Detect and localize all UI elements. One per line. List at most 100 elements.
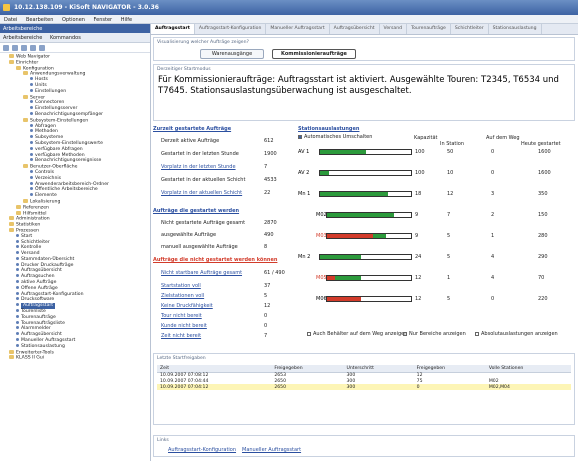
last-starts-table: Zeit Freigegeben Unterschritt Freigegeben Vo… — [157, 365, 571, 390]
auto-switch-checkbox[interactable] — [298, 134, 302, 139]
node-icon — [30, 175, 33, 179]
station-capacity: 12 — [415, 296, 422, 302]
station-load-fill — [342, 255, 361, 259]
auto-switch-option[interactable]: Automatisches Umschalten — [298, 134, 372, 140]
doc-tab[interactable]: Auftragsstart-Konfiguration — [195, 24, 267, 34]
not-startable-row-label[interactable]: Zielstationen voll — [161, 293, 204, 299]
doc-tab[interactable]: Auftragsstart — [151, 24, 195, 34]
station-capacity: 9 — [415, 212, 419, 218]
station-load-bar — [319, 191, 412, 197]
absolute-checkbox[interactable] — [475, 331, 479, 336]
station-load-fill — [327, 213, 395, 217]
tree-item-label: Stationsauslastung — [21, 343, 65, 349]
foot-option-areas[interactable]: Nur Bereiche anzeigen — [403, 331, 466, 337]
doc-tab[interactable]: Auftragsübersicht — [330, 24, 380, 34]
station-load-title: Stationsauslastungen — [298, 126, 360, 132]
tree-item-label: Einstellungsserver — [35, 106, 78, 112]
node-icon — [30, 169, 33, 173]
station-in-station: 10 — [447, 170, 454, 176]
areas-checkbox[interactable] — [403, 331, 407, 336]
station-load-fill — [373, 234, 386, 238]
orders-to-start-title: Aufträge die gestartet werden — [153, 208, 240, 214]
menu-fenster[interactable]: Fenster — [94, 17, 113, 23]
station-load-bar — [326, 212, 412, 218]
home-icon[interactable] — [30, 45, 36, 51]
station-capacity: 18 — [415, 191, 422, 197]
doc-tab[interactable]: Tourenaufträge — [407, 24, 451, 34]
doc-tab[interactable]: Stationsauslastung — [489, 24, 542, 34]
absolute-label: Absolutauslastungen anzeigen — [481, 331, 558, 337]
tab-kommandos[interactable]: Kommandos — [50, 35, 81, 41]
tree-item-label: Auftragsuchen — [21, 274, 55, 280]
tree-item-label: Prozessen — [16, 228, 40, 234]
foot-option-absolute[interactable]: Absolutauslastungen anzeigen — [475, 331, 558, 337]
areas-label: Nur Bereiche anzeigen — [409, 331, 466, 337]
sidebar-header: Arbeitsbereiche — [0, 24, 150, 33]
node-icon — [16, 343, 19, 347]
menu-optionen[interactable]: Optionen — [62, 17, 85, 23]
table-cell: 300 — [343, 384, 414, 390]
column-header[interactable]: Freigegeben — [271, 365, 344, 373]
foot-option-on-way[interactable]: Auch Behälter auf dem Weg anzeigen — [307, 331, 407, 337]
node-icon — [30, 140, 33, 144]
doc-tab[interactable]: Manueller Auftragsstart — [266, 24, 330, 34]
tree-item-label: Start — [21, 233, 33, 239]
station-capacity: 12 — [415, 275, 422, 281]
node-icon — [16, 309, 19, 313]
warenausgaenge-button[interactable]: Warenausgänge — [200, 49, 264, 59]
to-start-row-value: 2870 — [264, 220, 277, 226]
tree-item-label: Hilfsmittel — [23, 211, 47, 217]
menu-hilfe[interactable]: Hilfe — [121, 17, 132, 23]
tree-item-label: Abfragen — [35, 123, 57, 129]
mode-question: Visualisierung welcher Aufträge zeigen? — [157, 40, 249, 45]
table-cell: M02,M04 — [485, 384, 571, 390]
expand-icon[interactable] — [3, 45, 9, 51]
station-load-bar — [326, 296, 412, 302]
on-way-checkbox[interactable] — [307, 331, 311, 336]
kommissionierauftraege-button[interactable]: Kommissionieraufträge — [272, 49, 356, 59]
started-row-label[interactable]: Vorplatz in der letzten Stunde — [161, 164, 236, 170]
table-cell: 2650 — [271, 384, 344, 390]
doc-tab[interactable]: Schichtleiter — [451, 24, 489, 34]
folder-icon — [23, 198, 28, 203]
collapse-icon[interactable] — [12, 45, 18, 51]
window-title-bar: 10.12.138.109 - KiSoft NAVIGATOR - 3.0.3… — [0, 0, 578, 15]
station-capacity: 100 — [415, 170, 425, 176]
menu-datei[interactable]: Datei — [4, 17, 17, 23]
doc-tab[interactable]: Versand — [380, 24, 408, 34]
not-startable-row-label[interactable]: Kunde nicht bereit — [161, 323, 207, 329]
column-header[interactable]: Unterschritt — [343, 365, 414, 373]
tree-item[interactable]: KLASS II Gui — [2, 355, 148, 361]
tree-item-label: Drucker Druckaufträge — [21, 262, 74, 268]
menu-bearbeiten[interactable]: Bearbeiten — [26, 17, 53, 23]
node-icon — [16, 256, 19, 260]
started-row-label: Gestartet in der aktuellen Schicht — [161, 177, 246, 183]
tab-arbeitsbereiche[interactable]: Arbeitsbereiche — [3, 35, 42, 41]
link-auftragsstart-konfiguration[interactable]: Auftragsstart-Konfiguration — [168, 447, 236, 453]
station-on-way: 1 — [491, 233, 495, 239]
not-startable-total-link[interactable]: Nicht startbare Aufträge gesamt — [161, 270, 242, 276]
station-load-fill — [327, 234, 374, 238]
refresh-icon[interactable] — [21, 45, 27, 51]
column-header[interactable]: Freigegeben — [413, 365, 486, 373]
station-load-fill — [320, 150, 366, 154]
not-startable-row-label[interactable]: Keine Druckfähigkeit — [161, 303, 213, 309]
table-row[interactable]: 10.09.2007 07:04:12 2650 300 0 M02,M04 — [157, 384, 571, 390]
link-manueller-auftragsstart[interactable]: Manueller Auftragsstart — [242, 447, 301, 453]
tree-item-label: Administration — [16, 216, 50, 222]
not-startable-row-label[interactable]: Startstation voll — [161, 283, 201, 289]
started-row-label[interactable]: Vorplatz in der aktuellen Schicht — [161, 190, 242, 196]
station-capacity: 100 — [415, 149, 425, 155]
sidebar: Arbeitsbereiche Arbeitsbereiche Kommando… — [0, 24, 151, 461]
not-startable-row-value: 37 — [264, 283, 271, 289]
search-icon[interactable] — [39, 45, 45, 51]
mode-selector-panel: Visualisierung welcher Aufträge zeigen? … — [153, 37, 575, 61]
folder-icon — [16, 65, 21, 70]
not-startable-row-label[interactable]: Tour nicht bereit — [161, 313, 202, 319]
column-header[interactable]: Zeit — [157, 365, 272, 373]
station-in-station: 5 — [447, 233, 451, 239]
not-startable-row-label[interactable]: Zeit nicht bereit — [161, 333, 201, 339]
column-header[interactable]: Volle Stationen — [485, 365, 571, 373]
tree-item-label: Anwenderarbeitsbereich-Ordner — [35, 181, 109, 187]
folder-icon — [16, 204, 21, 209]
